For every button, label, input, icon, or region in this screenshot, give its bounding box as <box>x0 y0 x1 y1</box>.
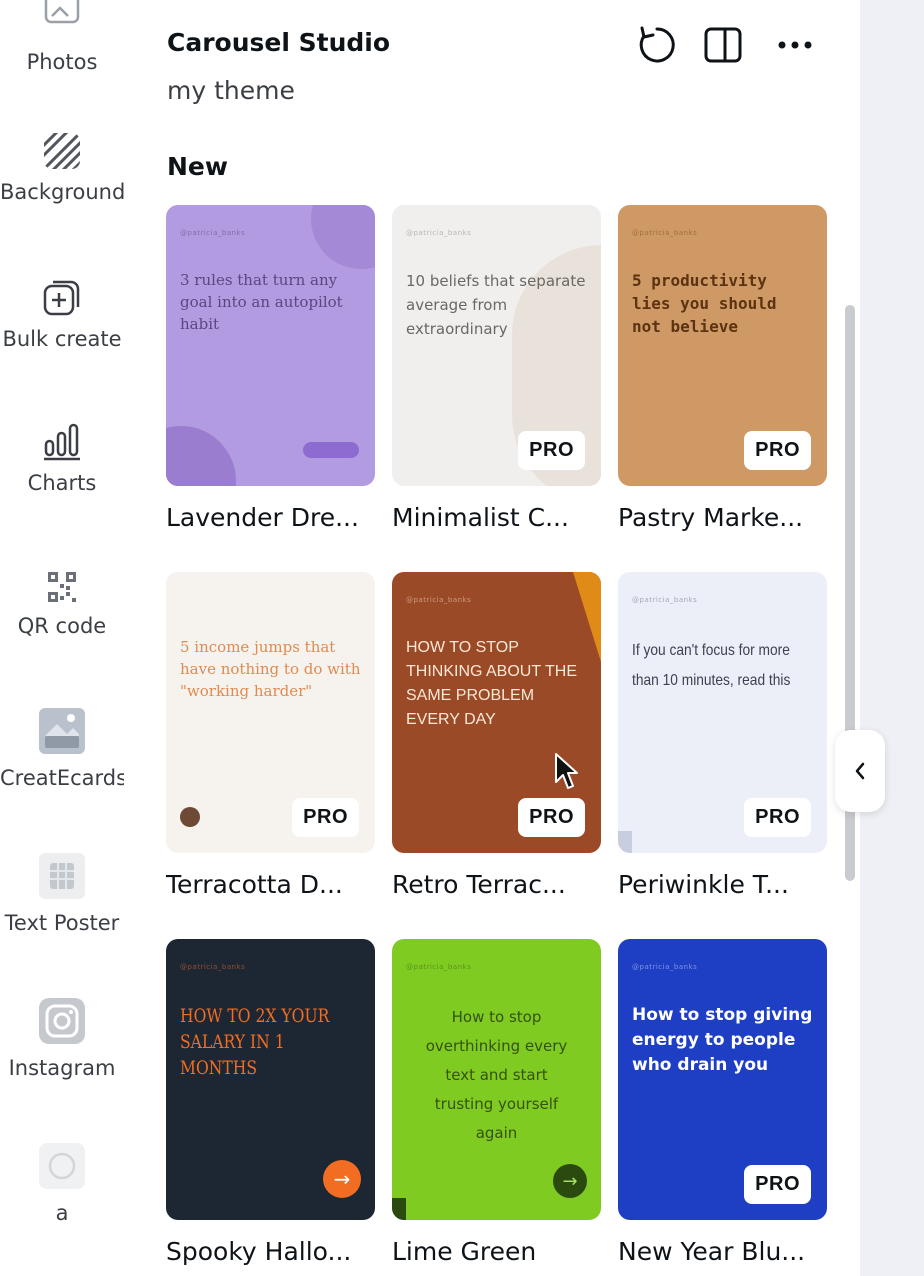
avatar <box>180 807 200 827</box>
template-card[interactable]: @patricia_banks If you can't focus for m… <box>618 572 827 853</box>
rail-label: Photos <box>26 50 98 74</box>
pro-badge: PRO <box>518 431 585 470</box>
template-title[interactable]: Lavender Dre... <box>166 503 386 532</box>
rail-item-bulk-create[interactable]: Bulk create <box>0 277 124 351</box>
rail-item-charts[interactable]: Charts <box>0 421 124 495</box>
instagram-icon <box>39 998 85 1044</box>
template-title[interactable]: Periwinkle T... <box>618 870 838 899</box>
app-title: Carousel Studio <box>167 28 391 57</box>
rail-item-background[interactable]: Background <box>0 132 126 204</box>
refresh-icon[interactable] <box>636 24 678 66</box>
arrow-right-icon: → <box>553 1164 587 1198</box>
photos-icon <box>44 0 80 24</box>
template-title[interactable]: Pastry Marke... <box>618 503 838 532</box>
template-title[interactable]: Minimalist C... <box>392 503 612 532</box>
template-title[interactable]: Lime Green <box>392 1237 612 1266</box>
background-icon <box>44 133 80 169</box>
pro-badge: PRO <box>518 798 585 837</box>
template-headline: 5 income jumps that have nothing to do w… <box>180 638 361 700</box>
collapse-panel-button[interactable] <box>835 730 885 812</box>
template-headline: HOW TO 2X YOUR SALARY IN 1 MONTHS <box>180 1005 330 1079</box>
text-poster-icon <box>39 853 85 899</box>
template-headline: If you can't focus for more than 10 minu… <box>632 642 791 689</box>
rail-item-a[interactable]: a <box>0 1141 124 1225</box>
template-title[interactable]: Spooky Hallo... <box>166 1237 386 1266</box>
template-title[interactable]: Retro Terrac... <box>392 870 612 899</box>
rail-item-instagram[interactable]: Instagram <box>0 996 124 1080</box>
template-card[interactable]: @patricia_banks How to stop overthinking… <box>392 939 601 1220</box>
section-title-new: New <box>167 152 228 181</box>
template-card[interactable]: 5 income jumps that have nothing to do w… <box>166 572 375 853</box>
carousel-studio-panel: Carousel Studio my theme New @patricia_b… <box>124 0 860 1276</box>
template-card[interactable]: @patricia_banks HOW TO 2X YOUR SALARY IN… <box>166 939 375 1220</box>
template-title[interactable]: Terracotta D... <box>166 870 386 899</box>
template-headline: HOW TO STOP THINKING ABOUT THE SAME PROB… <box>406 639 577 728</box>
pro-badge: PRO <box>744 431 811 470</box>
mouse-cursor-icon <box>555 753 578 789</box>
pro-badge: PRO <box>292 798 359 837</box>
rail-label: CreatEcards <box>0 766 128 790</box>
rail-label: QR code <box>17 614 107 638</box>
template-card[interactable]: @patricia_banks 5 productivity lies you … <box>618 205 827 486</box>
split-view-icon[interactable] <box>702 24 744 66</box>
more-icon[interactable] <box>774 24 816 66</box>
template-headline: 3 rules that turn any goal into an autop… <box>180 271 343 333</box>
rail-item-qr-code[interactable]: QR code <box>0 570 124 638</box>
arrow-right-icon: → <box>323 1160 361 1198</box>
template-headline: How to stop overthinking every text and … <box>425 1008 568 1142</box>
rail-label: Text Poster <box>4 911 120 935</box>
bulk-create-icon <box>43 280 80 316</box>
template-card[interactable]: @patricia_banks 10 beliefs that separate… <box>392 205 601 486</box>
rail-label: Background <box>0 180 126 204</box>
template-headline: 5 productivity lies you should not belie… <box>632 271 777 336</box>
rail-label: a <box>55 1201 69 1225</box>
template-card[interactable]: @patricia_banks How to stop giving energ… <box>618 939 827 1220</box>
template-headline: 10 beliefs that separate average from ex… <box>406 272 586 338</box>
createcards-icon <box>39 708 85 754</box>
rail-label: Instagram <box>8 1056 116 1080</box>
pro-badge: PRO <box>744 798 811 837</box>
pro-badge: PRO <box>744 1165 811 1204</box>
template-card[interactable]: @patricia_banks HOW TO STOP THINKING ABO… <box>392 572 601 853</box>
theme-subtitle: my theme <box>167 76 295 105</box>
rail-item-photos[interactable]: Photos <box>0 0 124 74</box>
app-a-icon <box>39 1143 85 1189</box>
template-headline: How to stop giving energy to people who … <box>632 1005 813 1075</box>
rail-label: Charts <box>27 471 97 495</box>
canvas-area <box>860 0 924 1276</box>
rail-item-text-poster[interactable]: Text Poster <box>0 851 124 935</box>
template-title[interactable]: New Year Blu... <box>618 1237 838 1266</box>
side-rail: Photos Background Bulk create Charts QR … <box>0 0 128 1276</box>
rail-item-createcards[interactable]: CreatEcards <box>0 706 128 790</box>
rail-label: Bulk create <box>2 327 122 351</box>
qr-code-icon <box>48 572 76 602</box>
charts-icon <box>44 423 80 461</box>
template-card[interactable]: @patricia_banks 3 rules that turn any go… <box>166 205 375 486</box>
chevron-left-icon <box>855 762 865 780</box>
